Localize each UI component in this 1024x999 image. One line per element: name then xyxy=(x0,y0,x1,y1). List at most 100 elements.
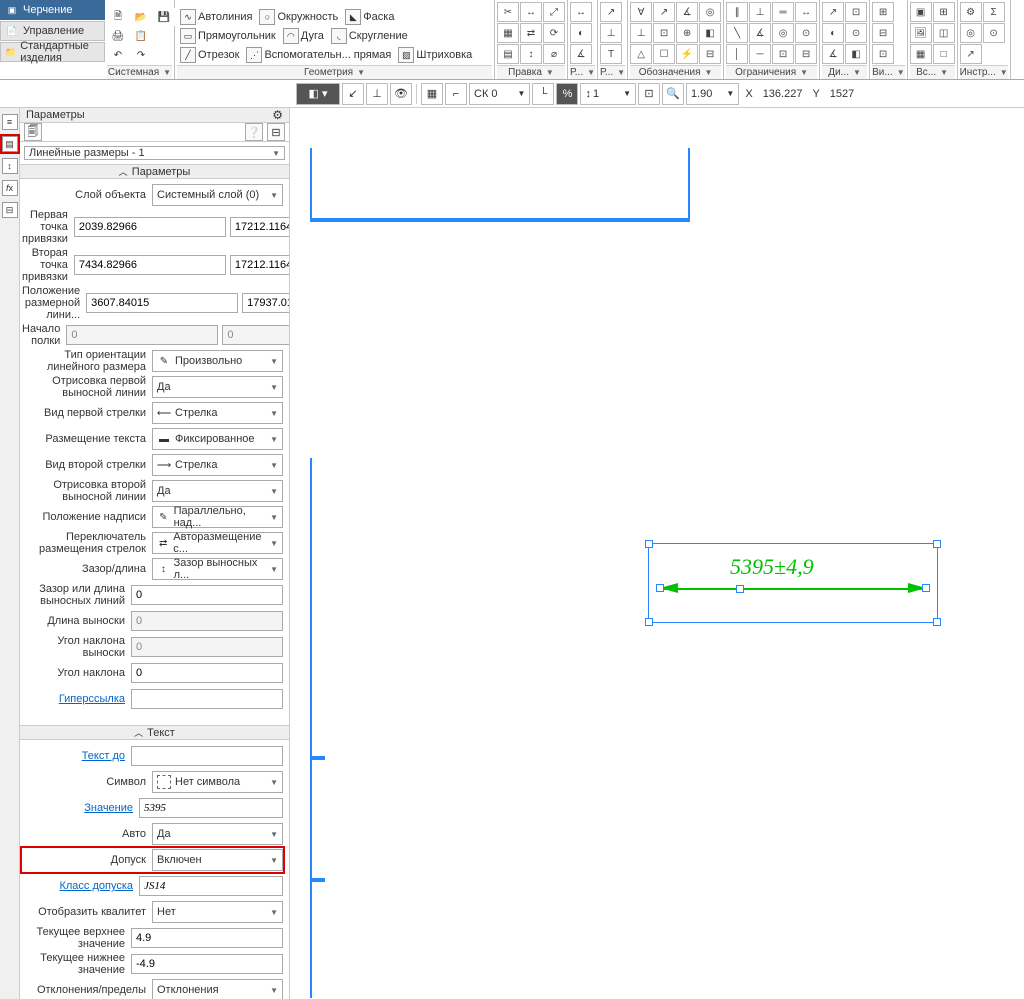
open-button[interactable]: 📂 xyxy=(130,8,152,26)
tool-icon[interactable]: ─ xyxy=(749,44,771,64)
tool-icon[interactable]: ↔ xyxy=(520,2,542,22)
inscr-select[interactable]: ✎Параллельно, над...▼ xyxy=(152,506,283,528)
tool-icon[interactable]: ⊟ xyxy=(795,44,817,64)
pos-x-input[interactable] xyxy=(86,293,238,313)
mode-std[interactable]: 📁Стандартные изделия xyxy=(0,42,105,62)
autoline-button[interactable]: ∿Автолиния xyxy=(177,8,255,26)
tolclass-label[interactable]: Класс допуска xyxy=(22,880,139,892)
group-params-header[interactable]: ︿Параметры xyxy=(20,164,289,179)
tool-icon[interactable]: ▦ xyxy=(497,23,519,43)
tool-icon[interactable]: ✂ xyxy=(497,2,519,22)
tool-icon[interactable]: ↗ xyxy=(960,44,982,64)
layer-select[interactable]: Системный слой (0)▼ xyxy=(152,184,283,206)
tool-icon[interactable]: 🖼 xyxy=(910,23,932,43)
tool-icon[interactable]: T xyxy=(600,44,622,64)
gear-icon[interactable]: ⚙ xyxy=(272,108,283,122)
tb-view2[interactable]: ⊥ xyxy=(366,83,388,105)
tool-icon[interactable]: ▣ xyxy=(910,2,932,22)
copy-button[interactable]: 📋 xyxy=(130,27,152,45)
dev-select[interactable]: Отклонения▼ xyxy=(152,979,283,999)
arr1-select[interactable]: ⟵Стрелка▼ xyxy=(152,402,283,424)
pos-y-input[interactable] xyxy=(242,293,290,313)
rail-menu-icon[interactable]: ≡ xyxy=(2,114,18,130)
drawing-canvas[interactable]: 5395±4,9 xyxy=(290,108,1024,999)
mode-drafting[interactable]: ▣Черчение xyxy=(0,0,105,20)
textbefore-label[interactable]: Текст до xyxy=(22,750,131,762)
collapse-icon[interactable]: ⊟ xyxy=(267,123,285,141)
dimension-text[interactable]: 5395±4,9 xyxy=(730,554,814,580)
tool-icon[interactable]: △ xyxy=(630,44,652,64)
handle-bl[interactable] xyxy=(645,618,653,626)
tool-icon[interactable]: ↗ xyxy=(653,2,675,22)
tool-icon[interactable]: ↔ xyxy=(570,2,592,22)
tolclass-input[interactable] xyxy=(139,876,283,896)
tool-icon[interactable]: ↗ xyxy=(600,2,622,22)
tool-icon[interactable]: ⊥ xyxy=(749,2,771,22)
axes-l-button[interactable]: └ xyxy=(532,83,554,105)
tool-icon[interactable]: ◎ xyxy=(960,23,982,43)
tool-icon[interactable]: ⊟ xyxy=(699,44,721,64)
dimension-line[interactable] xyxy=(662,588,924,590)
save-button[interactable]: 💾 xyxy=(153,8,175,26)
dim-end-handle-l[interactable] xyxy=(656,584,664,592)
tool-icon[interactable]: ⊞ xyxy=(933,2,955,22)
tool-icon[interactable]: ⊥ xyxy=(630,23,652,43)
upper-input[interactable] xyxy=(131,928,283,948)
auto-select[interactable]: Да▼ xyxy=(152,823,283,845)
tool-icon[interactable]: ↔ xyxy=(795,2,817,22)
tool-icon[interactable]: ∡ xyxy=(822,44,844,64)
rail-swap-icon[interactable]: ↕ xyxy=(2,158,18,174)
tool-icon[interactable]: ◐ xyxy=(570,23,592,43)
tool-icon[interactable]: ∀ xyxy=(630,2,652,22)
zoom-select[interactable]: 1.90▼ xyxy=(686,83,739,105)
ext2draw-select[interactable]: Да▼ xyxy=(152,480,283,502)
lower-input[interactable] xyxy=(131,954,283,974)
hyperlink-label[interactable]: Гиперссылка xyxy=(22,693,131,705)
segment-button[interactable]: ╱Отрезок xyxy=(177,46,242,64)
ext1draw-select[interactable]: Да▼ xyxy=(152,376,283,398)
tool-icon[interactable]: ◐ xyxy=(822,23,844,43)
tool-icon[interactable]: ∡ xyxy=(676,2,698,22)
axes-button[interactable]: ⌐ xyxy=(445,83,467,105)
rail-layers-icon[interactable]: ⊟ xyxy=(2,202,18,218)
tool-icon[interactable]: ⟳ xyxy=(543,23,565,43)
tool-icon[interactable]: ↗ xyxy=(822,2,844,22)
handle-tr[interactable] xyxy=(933,540,941,548)
tb-view1[interactable]: ↙ xyxy=(342,83,364,105)
arr2-select[interactable]: ⟶Стрелка▼ xyxy=(152,454,283,476)
tool-icon[interactable]: □ xyxy=(933,44,955,64)
ang-input[interactable] xyxy=(131,663,283,683)
tool-icon[interactable]: ⊡ xyxy=(872,44,894,64)
arc-button[interactable]: ◠Дуга xyxy=(280,27,327,45)
symbol-select[interactable]: Нет символа▼ xyxy=(152,771,283,793)
qual-select[interactable]: Нет▼ xyxy=(152,901,283,923)
dim-end-handle-r[interactable] xyxy=(922,584,930,592)
tool-icon[interactable]: ⚡ xyxy=(676,44,698,64)
tool-icon[interactable]: ⊕ xyxy=(676,23,698,43)
tb-view3[interactable]: 👁 xyxy=(390,83,412,105)
tool-icon[interactable]: Σ xyxy=(983,2,1005,22)
new-button[interactable]: 🗎 xyxy=(107,8,129,26)
p2-x-input[interactable] xyxy=(74,255,226,275)
tool-icon[interactable]: ⊙ xyxy=(983,23,1005,43)
p1-x-input[interactable] xyxy=(74,217,226,237)
tool-icon[interactable]: ◎ xyxy=(699,2,721,22)
grid-button[interactable]: ▦ xyxy=(421,83,443,105)
tool-icon[interactable]: ╲ xyxy=(726,23,748,43)
gaplen-input[interactable] xyxy=(131,585,283,605)
tool-icon[interactable]: ⊡ xyxy=(845,2,867,22)
help-icon[interactable]: ❔ xyxy=(245,123,263,141)
value-input[interactable] xyxy=(139,798,283,818)
rail-fx-icon[interactable]: fx xyxy=(2,180,18,196)
zoom-button[interactable]: 🔍 xyxy=(662,83,684,105)
gap-select[interactable]: ↕Зазор выносных л...▼ xyxy=(152,558,283,580)
tool-icon[interactable]: ⊡ xyxy=(653,23,675,43)
hatch-button[interactable]: ▨Штриховка xyxy=(395,46,475,64)
tool-icon[interactable]: ∡ xyxy=(570,44,592,64)
value-label[interactable]: Значение xyxy=(22,802,139,814)
orient-select[interactable]: ✎Произвольно▼ xyxy=(152,350,283,372)
undo-button[interactable]: ↶ xyxy=(107,46,129,64)
mode-manage[interactable]: 📄Управление xyxy=(0,21,105,41)
handle-br[interactable] xyxy=(933,618,941,626)
chamfer-button[interactable]: ◣Фаска xyxy=(342,8,397,26)
